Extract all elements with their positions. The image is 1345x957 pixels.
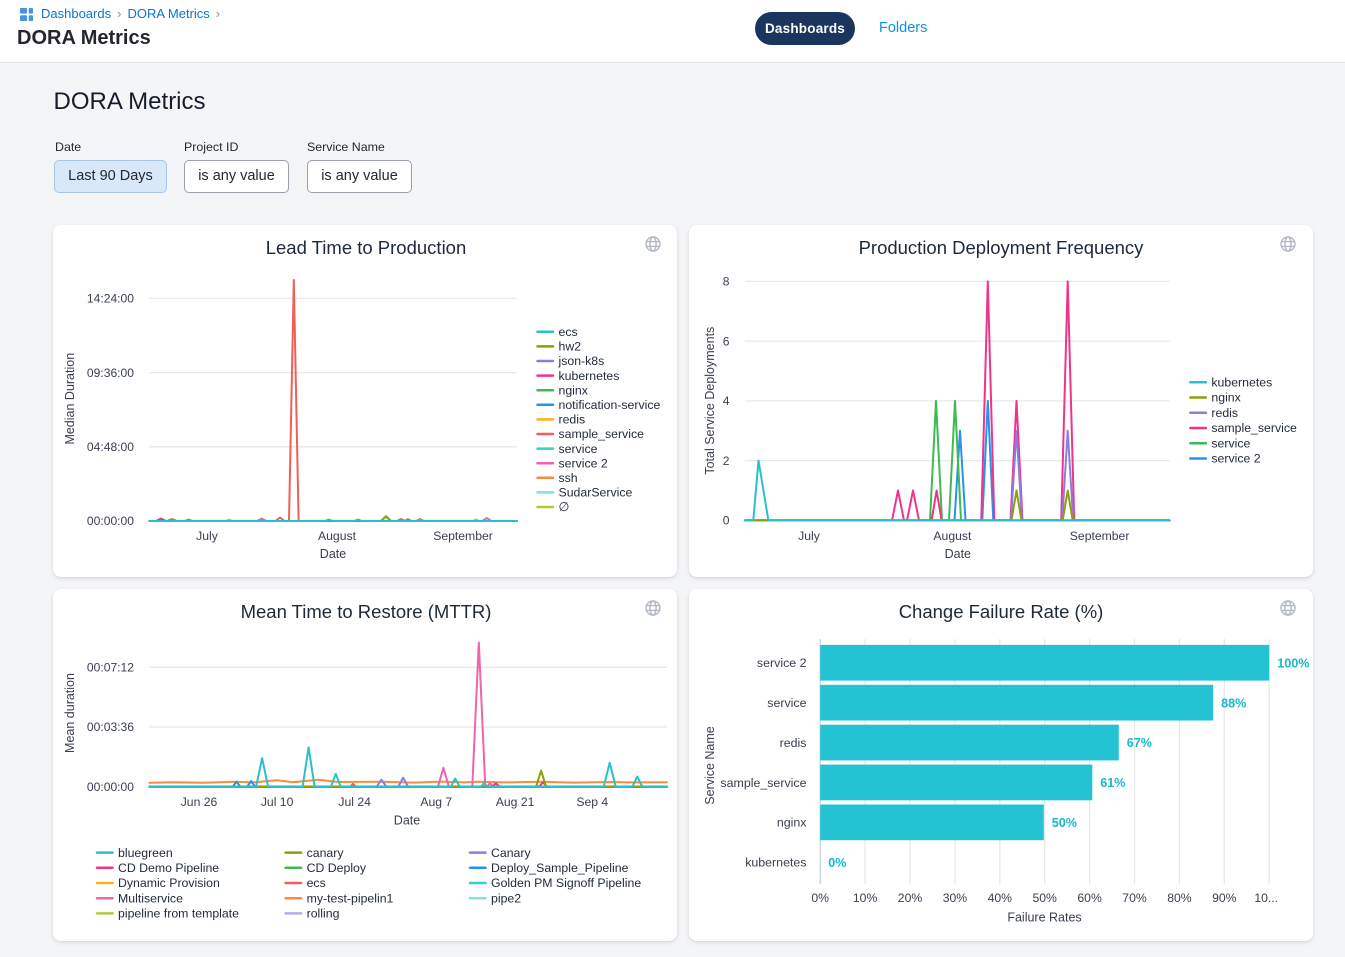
svg-text:0%: 0%	[828, 856, 846, 870]
svg-text:Lead Time to Production: Lead Time to Production	[266, 237, 467, 258]
svg-text:July: July	[196, 529, 219, 543]
svg-text:Deploy_Sample_Pipeline: Deploy_Sample_Pipeline	[491, 861, 629, 875]
svg-text:Failure Rates: Failure Rates	[1007, 911, 1081, 925]
svg-text:00:00:00: 00:00:00	[87, 514, 134, 528]
svg-text:sample_service: sample_service	[1211, 421, 1297, 435]
svg-text:4: 4	[723, 394, 730, 408]
svg-text:redis: redis	[1211, 406, 1238, 420]
svg-text:CD Deploy: CD Deploy	[307, 861, 367, 875]
svg-text:Date: Date	[394, 814, 420, 828]
svg-text:service 2: service 2	[757, 656, 807, 670]
svg-text:8: 8	[723, 275, 730, 289]
svg-text:August: August	[318, 529, 357, 543]
svg-text:Total Service Deployments: Total Service Deployments	[703, 327, 717, 475]
svg-text:04:48:00: 04:48:00	[87, 440, 134, 454]
svg-text:ssh: ssh	[559, 471, 578, 485]
svg-text:nginx: nginx	[559, 383, 589, 397]
svg-text:sample_service: sample_service	[559, 427, 645, 441]
svg-text:sample_service: sample_service	[720, 776, 806, 790]
svg-text:00:00:00: 00:00:00	[87, 780, 134, 794]
svg-text:service: service	[559, 442, 598, 456]
svg-text:CD Demo Pipeline: CD Demo Pipeline	[118, 861, 219, 875]
svg-text:service 2: service 2	[559, 456, 608, 470]
svg-text:ecs: ecs	[559, 325, 578, 339]
svg-text:50%: 50%	[1052, 816, 1077, 830]
svg-text:rolling: rolling	[307, 907, 340, 921]
svg-text:09:36:00: 09:36:00	[87, 366, 134, 380]
svg-text:67%: 67%	[1127, 736, 1152, 750]
svg-text:60%: 60%	[1077, 891, 1102, 905]
svg-text:nginx: nginx	[777, 816, 807, 830]
svg-text:Date: Date	[320, 547, 346, 561]
svg-text:80%: 80%	[1167, 891, 1192, 905]
svg-text:September: September	[433, 529, 493, 543]
svg-text:kubernetes: kubernetes	[559, 369, 620, 383]
svg-text:30%: 30%	[943, 891, 968, 905]
svg-text:90%: 90%	[1212, 891, 1237, 905]
svg-text:Service Name: Service Name	[703, 726, 717, 805]
svg-text:40%: 40%	[988, 891, 1013, 905]
svg-text:∅: ∅	[559, 500, 570, 514]
svg-text:Production Deployment Frequenc: Production Deployment Frequency	[859, 237, 1145, 258]
svg-text:50%: 50%	[1032, 891, 1057, 905]
svg-text:July: July	[798, 529, 821, 543]
svg-text:Dynamic Provision: Dynamic Provision	[118, 876, 220, 890]
svg-text:Mean duration: Mean duration	[63, 673, 77, 753]
svg-text:Jun 26: Jun 26	[181, 795, 218, 809]
svg-text:100%: 100%	[1277, 656, 1309, 670]
svg-text:Canary: Canary	[491, 846, 531, 860]
svg-text:service: service	[767, 696, 806, 710]
svg-text:nginx: nginx	[1211, 391, 1241, 405]
svg-text:json-k8s: json-k8s	[558, 354, 605, 368]
svg-text:61%: 61%	[1100, 776, 1125, 790]
svg-text:88%: 88%	[1221, 696, 1246, 710]
svg-text:notification-service: notification-service	[559, 398, 661, 412]
svg-text:0: 0	[723, 514, 730, 528]
svg-text:Change Failure Rate (%): Change Failure Rate (%)	[899, 601, 1104, 622]
svg-text:70%: 70%	[1122, 891, 1147, 905]
svg-text:14:24:00: 14:24:00	[87, 292, 134, 306]
svg-text:SudarService: SudarService	[559, 486, 633, 500]
svg-text:00:07:12: 00:07:12	[87, 661, 134, 675]
svg-text:hw2: hw2	[559, 340, 582, 354]
svg-text:Jul 10: Jul 10	[261, 795, 294, 809]
svg-text:pipeline from template: pipeline from template	[118, 907, 239, 921]
svg-text:August: August	[933, 529, 972, 543]
svg-text:September: September	[1070, 529, 1130, 543]
svg-text:kubernetes: kubernetes	[1211, 376, 1272, 390]
svg-text:Golden PM Signoff Pipeline: Golden PM Signoff Pipeline	[491, 876, 641, 890]
svg-text:Aug 21: Aug 21	[496, 795, 535, 809]
svg-text:ecs: ecs	[307, 876, 326, 890]
svg-text:service 2: service 2	[1211, 452, 1260, 466]
svg-text:redis: redis	[780, 736, 807, 750]
svg-text:kubernetes: kubernetes	[745, 856, 806, 870]
svg-text:00:03:36: 00:03:36	[87, 720, 134, 734]
svg-text:canary: canary	[307, 846, 345, 860]
svg-text:Multiservice: Multiservice	[118, 891, 183, 905]
svg-text:Mean Time to Restore (MTTR): Mean Time to Restore (MTTR)	[241, 601, 492, 622]
svg-text:Jul 24: Jul 24	[338, 795, 371, 809]
svg-text:bluegreen: bluegreen	[118, 846, 173, 860]
svg-text:6: 6	[723, 334, 730, 348]
svg-text:pipe2: pipe2	[491, 891, 521, 905]
svg-text:20%: 20%	[898, 891, 923, 905]
svg-text:Median Duration: Median Duration	[63, 353, 77, 445]
svg-text:10...: 10...	[1254, 891, 1278, 905]
svg-text:my-test-pipelin1: my-test-pipelin1	[307, 891, 394, 905]
svg-text:0%: 0%	[811, 891, 829, 905]
svg-text:Aug 7: Aug 7	[420, 795, 452, 809]
svg-text:2: 2	[723, 454, 730, 468]
svg-text:Sep 4: Sep 4	[576, 795, 608, 809]
svg-text:redis: redis	[559, 413, 586, 427]
svg-text:10%: 10%	[853, 891, 878, 905]
svg-text:Date: Date	[945, 547, 971, 561]
svg-text:service: service	[1211, 436, 1250, 450]
